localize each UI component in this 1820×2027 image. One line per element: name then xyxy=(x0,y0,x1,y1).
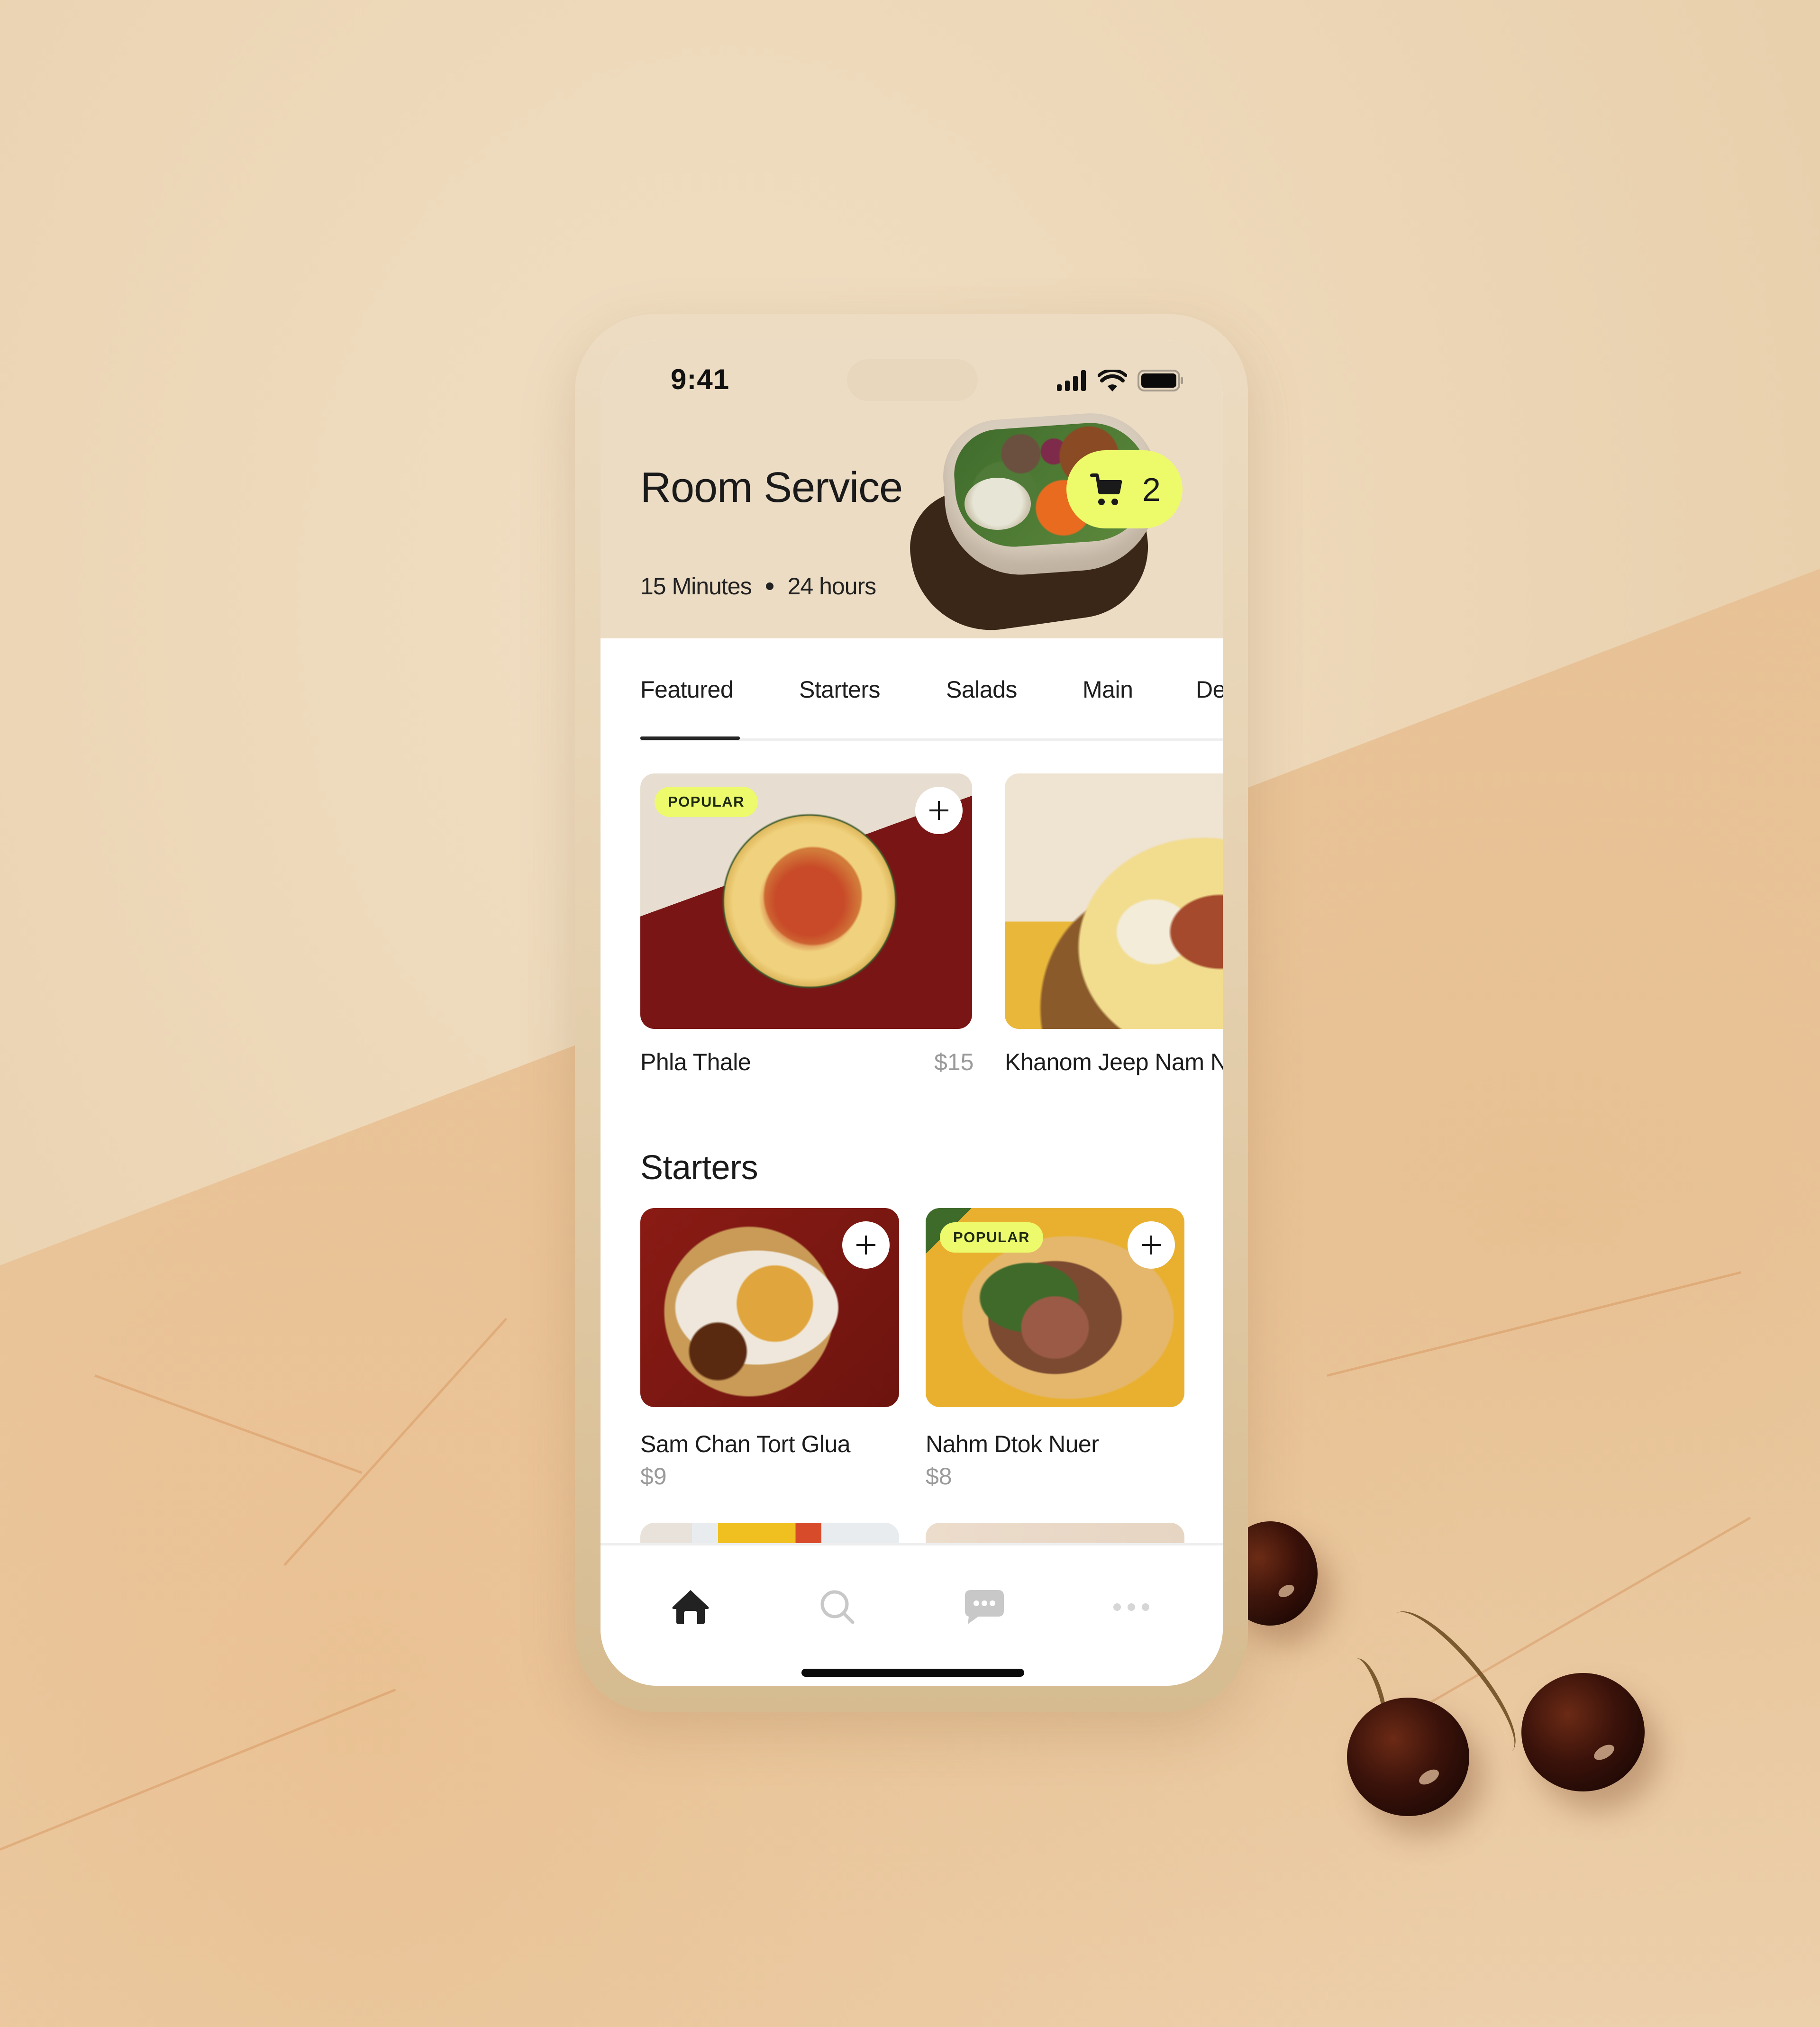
home-icon xyxy=(672,1590,709,1624)
plus-icon xyxy=(929,801,948,820)
popular-badge: POPULAR xyxy=(940,1222,1044,1253)
more-icon xyxy=(1113,1603,1149,1611)
delivery-info: 15 Minutes 24 hours xyxy=(640,573,876,600)
battery-icon xyxy=(1138,370,1183,391)
home-indicator[interactable] xyxy=(801,1669,1024,1677)
tab-featured[interactable]: Featured xyxy=(640,676,734,703)
phone-screen: 9:41 Room Service 15 Minutes 24 hours 2 … xyxy=(601,340,1223,1686)
nav-chat[interactable] xyxy=(961,1583,1008,1631)
item-name: Phla Thale xyxy=(640,1049,751,1075)
section-title-starters: Starters xyxy=(640,1149,758,1187)
nav-more[interactable] xyxy=(1108,1583,1155,1631)
delivery-time: 15 Minutes xyxy=(640,573,752,600)
shopping-cart-icon xyxy=(1090,473,1122,505)
plus-icon xyxy=(1142,1236,1161,1254)
tab-main[interactable]: Main xyxy=(1083,676,1133,703)
featured-card-phla-thale[interactable]: POPULAR xyxy=(640,773,972,1029)
active-tab-indicator xyxy=(640,736,740,740)
category-tabs: Featured Starters Salads Main De xyxy=(601,638,1223,741)
dynamic-island xyxy=(847,359,978,401)
starter-card-nahm-dtok-nuer[interactable]: POPULAR xyxy=(926,1208,1184,1407)
status-icons xyxy=(1057,370,1184,391)
add-to-cart-button[interactable] xyxy=(1128,1221,1175,1269)
nav-home[interactable] xyxy=(667,1583,714,1631)
cherry xyxy=(1521,1673,1645,1791)
popular-badge: POPULAR xyxy=(655,787,758,817)
add-to-cart-button[interactable] xyxy=(842,1221,890,1269)
search-icon xyxy=(820,1590,855,1624)
cellular-signal-icon xyxy=(1057,370,1086,391)
phone-frame: 9:41 Room Service 15 Minutes 24 hours 2 … xyxy=(575,314,1248,1712)
nav-search[interactable] xyxy=(814,1583,861,1631)
cart-button[interactable]: 2 xyxy=(1066,450,1183,528)
item-price: $8 xyxy=(926,1463,952,1490)
page-title: Room Service xyxy=(640,464,903,511)
cart-count: 2 xyxy=(1142,471,1161,508)
add-to-cart-button[interactable] xyxy=(915,787,963,834)
chat-icon xyxy=(965,1590,1004,1624)
item-name: Khanom Jeep Nam N xyxy=(1005,1049,1223,1075)
bottom-nav xyxy=(601,1543,1223,1686)
featured-card-khanom-jeep[interactable] xyxy=(1005,773,1223,1029)
tab-desserts[interactable]: De xyxy=(1196,676,1223,703)
tab-starters[interactable]: Starters xyxy=(799,676,881,703)
item-name: Nahm Dtok Nuer xyxy=(926,1431,1099,1457)
service-hours: 24 hours xyxy=(787,573,877,600)
separator-dot xyxy=(765,582,774,590)
status-time: 9:41 xyxy=(671,364,730,395)
item-price: $15 xyxy=(934,1049,974,1075)
tab-salads[interactable]: Salads xyxy=(946,676,1017,703)
item-price: $9 xyxy=(640,1463,667,1490)
wifi-icon xyxy=(1098,370,1127,391)
plus-icon xyxy=(856,1236,875,1254)
starter-card-sam-chan-tort-glua[interactable] xyxy=(640,1208,899,1407)
header: 9:41 Room Service 15 Minutes 24 hours 2 xyxy=(601,340,1223,641)
item-name: Sam Chan Tort Glua xyxy=(640,1431,851,1457)
dressing-cup xyxy=(965,478,1031,530)
